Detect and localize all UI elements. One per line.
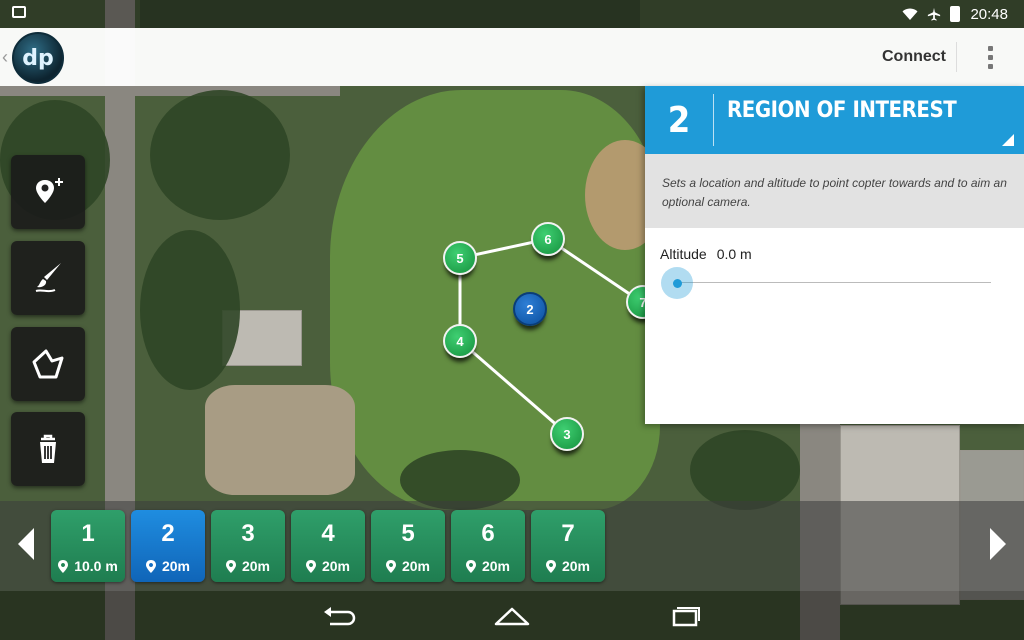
battery-icon [950,6,961,22]
draw-tool[interactable] [11,241,85,315]
map-waypoint-5[interactable]: 5 [443,241,477,275]
waypoint-card-1[interactable]: 1 10.0 m [51,510,125,582]
action-bar-divider [956,42,957,72]
waypoint-card-altitude-value: 20m [401,558,431,574]
map-pin-icon [385,559,396,573]
map-pin-plus-icon [36,178,63,203]
scroll-left-arrow-icon[interactable] [18,528,34,560]
altitude-slider-track[interactable] [677,282,991,283]
altitude-value: 0.0 m [716,246,752,262]
waypoint-card-number: 5 [401,520,415,547]
waypoint-card-number: 7 [561,520,575,547]
waypoint-card-altitude-value: 20m [161,558,191,574]
waypoint-card-number: 4 [321,520,335,547]
waypoint-card-altitude-value: 10.0 m [74,558,118,574]
waypoint-card-7[interactable]: 7 20m [531,510,605,582]
waypoint-card-altitude-value: 20m [561,558,591,574]
map-pin-icon [145,559,156,573]
home-button[interactable] [488,599,536,633]
polygon-icon [32,349,64,379]
mission-item-type-selector[interactable]: REGION OF INTEREST [727,98,957,123]
recent-apps-icon [672,607,700,627]
waypoint-card-3[interactable]: 3 20m [211,510,285,582]
waypoint-card-number: 3 [241,520,255,547]
image-notification-icon [12,6,26,18]
waypoint-card-number: 1 [81,520,95,547]
altitude-row: Altitude 0.0 m [660,246,752,262]
waypoint-card-4[interactable]: 4 20m [291,510,365,582]
waypoint-card-altitude: 20m [451,558,525,574]
map-tree [690,430,800,510]
waypoint-card-6[interactable]: 6 20m [451,510,525,582]
waypoint-card-altitude: 20m [291,558,365,574]
map-pin-icon [305,559,316,573]
waypoint-card-altitude: 10.0 m [51,558,125,574]
waypoint-card-altitude: 20m [531,558,605,574]
waypoint-card-altitude-value: 20m [241,558,271,574]
overflow-menu-icon[interactable] [976,42,1004,72]
waypoint-card-5[interactable]: 5 20m [371,510,445,582]
home-icon [494,607,530,626]
up-navigation-chevron-icon[interactable]: ‹ [2,47,8,68]
polygon-tool[interactable] [11,327,85,401]
waypoint-card-2[interactable]: 2 20m [131,510,205,582]
app-logo[interactable]: dp [12,32,64,84]
paintbrush-icon [35,263,61,293]
trash-icon [40,434,56,463]
map-waypoint-4[interactable]: 4 [443,324,477,358]
map-waypoint-6[interactable]: 6 [531,222,565,256]
airplane-mode-icon [928,7,941,21]
map-waypoint-3[interactable]: 3 [550,417,584,451]
map-pin-icon [545,559,556,573]
altitude-slider-thumb[interactable] [661,267,693,299]
waypoint-card-altitude-value: 20m [481,558,511,574]
mission-item-detail-panel: 2 REGION OF INTEREST Sets a location and… [645,86,1024,424]
panel-item-number: 2 [667,99,691,141]
recent-apps-button[interactable] [660,599,708,633]
waypoint-card-altitude-value: 20m [321,558,351,574]
panel-description: Sets a location and altitude to point co… [645,154,1024,228]
map-pin-icon [465,559,476,573]
system-navigation-bar [0,591,1024,640]
action-bar: ‹ dp Connect [0,28,1024,86]
map-pin-icon [225,559,236,573]
map-region-of-interest-2[interactable]: 2 [513,292,547,326]
scroll-right-arrow-icon[interactable] [990,528,1006,560]
waypoint-card-altitude: 20m [371,558,445,574]
add-waypoint-tool[interactable] [11,155,85,229]
back-icon [324,607,356,626]
map-pin-icon [58,559,69,573]
panel-header-divider [713,94,714,146]
waypoint-card-number: 2 [161,520,175,547]
map-road [0,86,340,96]
wifi-icon [902,8,918,20]
waypoint-card-altitude: 20m [211,558,285,574]
connect-button[interactable]: Connect [872,28,956,86]
status-time: 20:48 [970,5,1008,23]
map-tree [140,230,240,390]
map-tree [150,90,290,220]
status-bar: 20:48 [0,0,1024,28]
back-button[interactable] [316,599,364,633]
delete-tool[interactable] [11,412,85,486]
waypoint-card-number: 6 [481,520,495,547]
map-play-area [205,385,355,495]
altitude-label: Altitude [660,246,707,262]
waypoint-card-altitude: 20m [131,558,205,574]
dropdown-corner-icon[interactable] [1002,134,1014,146]
waypoint-strip: 1 10.0 m 2 20m 3 20m 4 20m 5 20m 6 20m 7 20m [0,501,1024,591]
panel-header: 2 REGION OF INTEREST [645,86,1024,154]
